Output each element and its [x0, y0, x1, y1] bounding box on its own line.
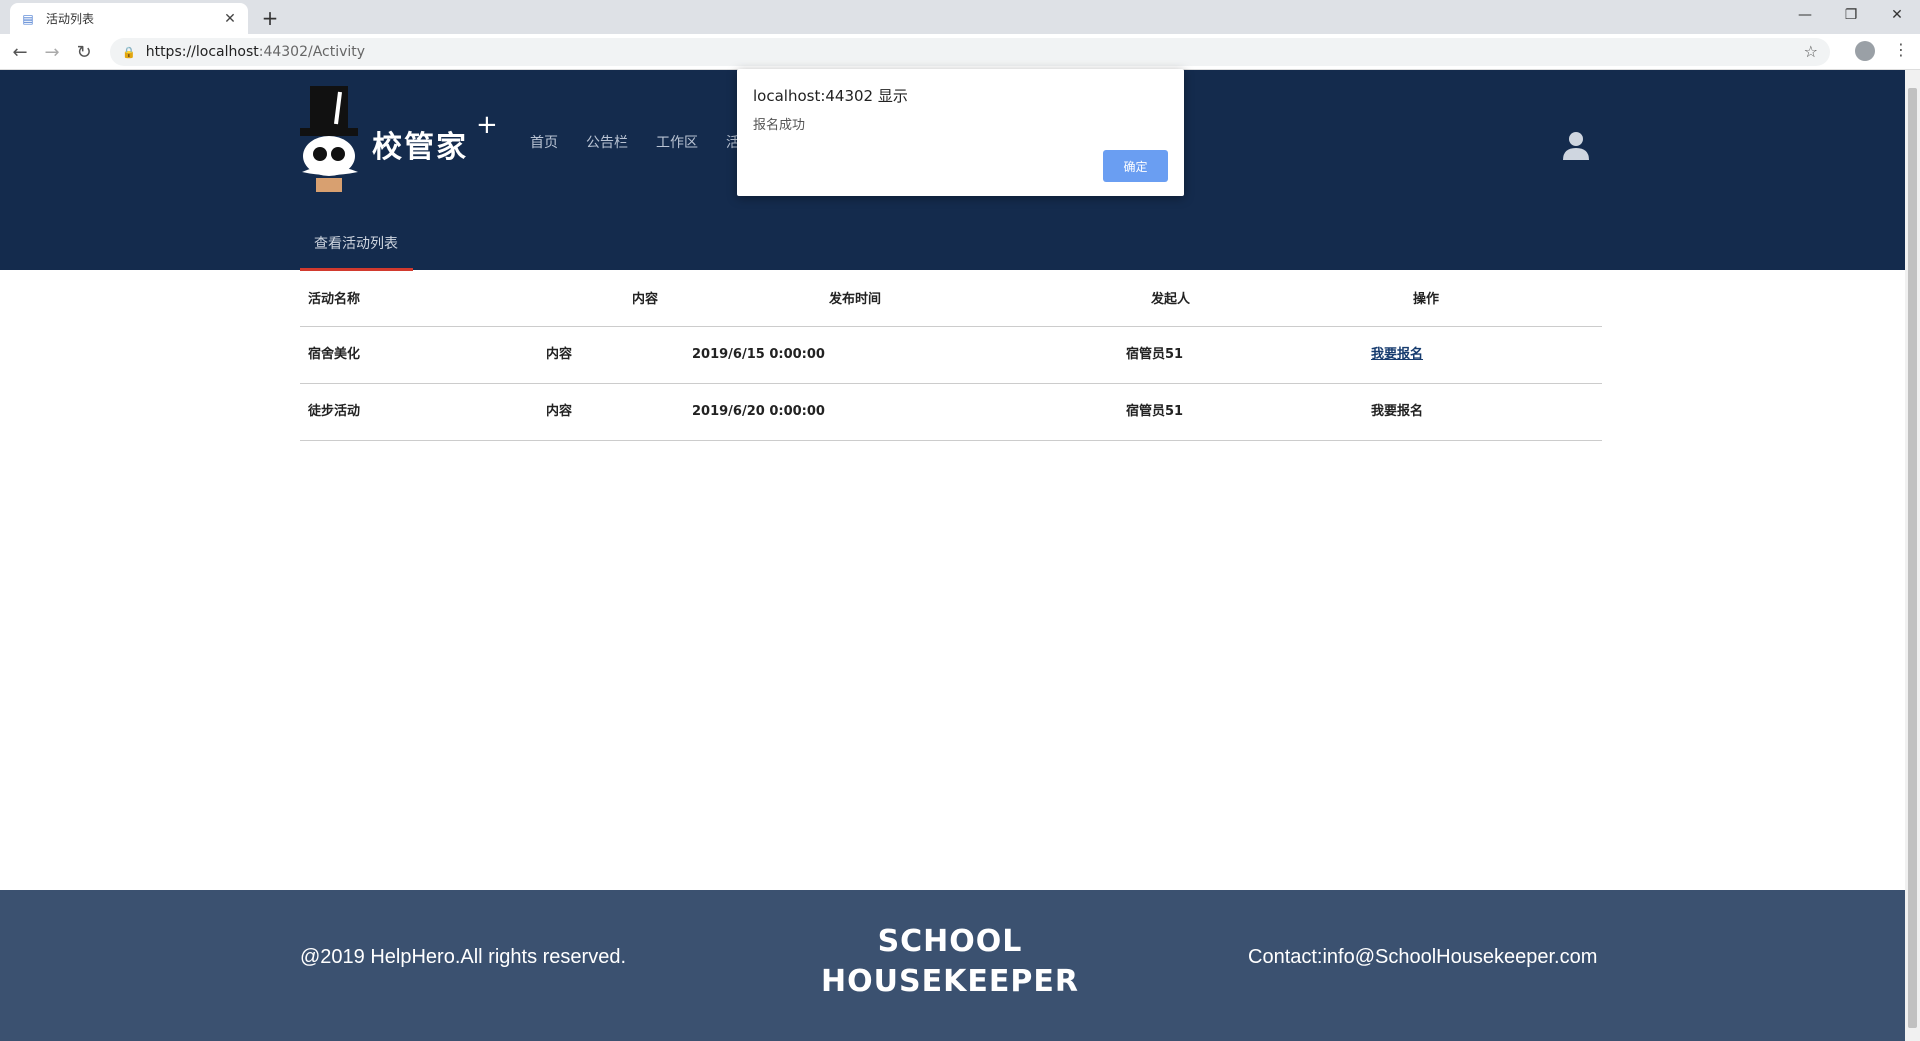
alert-dialog: localhost:44302 显示 报名成功 确定	[737, 69, 1184, 196]
signup-link[interactable]: 我要报名	[1371, 384, 1423, 440]
contact-text: Contact:info@SchoolHousekeeper.com	[1248, 946, 1598, 968]
signup-link[interactable]: 我要报名	[1371, 327, 1423, 383]
browser-toolbar: ← → ↻ 🔒 https://localhost:44302/Activity…	[0, 34, 1920, 70]
alert-message: 报名成功	[753, 118, 806, 133]
window-close-icon[interactable]: ✕	[1874, 0, 1920, 30]
header-cell: 操作	[1413, 292, 1440, 307]
tab-title: 活动列表	[46, 12, 95, 26]
scrollbar-thumb[interactable]	[1908, 88, 1917, 1028]
cell-publish-time: 2019/6/15 0:00:00	[692, 347, 825, 362]
kebab-menu-icon[interactable]: ⋮	[1893, 40, 1909, 59]
table-header: 活动名称 内容 发布时间 发起人 操作	[300, 270, 1602, 327]
activity-table: 活动名称 内容 发布时间 发起人 操作 宿舍美化 内容 2019/6/15 0:…	[300, 270, 1602, 441]
close-icon[interactable]: ✕	[222, 11, 238, 27]
cell-content: 内容	[546, 404, 573, 419]
header-cell: 内容	[632, 292, 659, 307]
page-viewport: 校管家 + 首页 公告栏 工作区 活 查看活动列表 活动名称 内容 发布时间 发…	[0, 70, 1905, 1041]
cell-sponsor: 宿管员51	[1126, 347, 1184, 362]
reload-icon[interactable]: ↻	[72, 40, 96, 64]
browser-tab[interactable]: ▤ 活动列表 ✕	[10, 3, 248, 34]
cell-activity-name: 宿舍美化	[308, 347, 361, 362]
footer-brand-line2: HOUSEKEEPER	[821, 964, 1079, 999]
mascot-logo-icon	[300, 86, 358, 192]
table-row: 宿舍美化 内容 2019/6/15 0:00:00 宿管员51 我要报名	[300, 327, 1602, 384]
cell-activity-name: 徒步活动	[308, 404, 361, 419]
back-icon[interactable]: ←	[8, 40, 32, 64]
header-cell: 发布时间	[829, 292, 882, 307]
cell-content: 内容	[546, 347, 573, 362]
cell-publish-time: 2019/6/20 0:00:00	[692, 404, 825, 419]
profile-icon[interactable]	[1855, 41, 1875, 61]
copyright-text: @2019 HelpHero.All rights reserved.	[300, 946, 627, 968]
page-icon: ▤	[22, 11, 34, 26]
footer-brand: SCHOOL HOUSEKEEPER	[820, 922, 1080, 1002]
table-row: 徒步活动 内容 2019/6/20 0:00:00 宿管员51 我要报名	[300, 384, 1602, 441]
user-icon[interactable]	[1562, 130, 1590, 160]
nav-bulletin[interactable]: 公告栏	[586, 132, 628, 152]
window-controls: — ❐ ✕	[1782, 0, 1920, 30]
cell-sponsor: 宿管员51	[1126, 404, 1184, 419]
minimize-icon[interactable]: —	[1782, 0, 1828, 30]
header-cell: 活动名称	[308, 292, 361, 307]
restore-icon[interactable]: ❐	[1828, 0, 1874, 30]
site-footer: @2019 HelpHero.All rights reserved. SCHO…	[0, 890, 1905, 1041]
bookmark-star-icon[interactable]: ☆	[1804, 42, 1818, 61]
nav-workspace[interactable]: 工作区	[656, 132, 698, 152]
logo-plus: +	[476, 110, 498, 140]
alert-title: localhost:44302 显示	[753, 87, 908, 105]
footer-brand-line1: SCHOOL	[877, 924, 1023, 959]
subnav: 查看活动列表	[300, 233, 412, 267]
subnav-view-activities[interactable]: 查看活动列表	[300, 233, 412, 267]
url-text: https://localhost:44302/Activity	[145, 44, 366, 60]
page-scrollbar[interactable]	[1905, 70, 1920, 1041]
top-nav: 首页 公告栏 工作区 活	[530, 132, 740, 152]
lock-icon: 🔒	[122, 45, 136, 59]
header-cell: 发起人	[1151, 292, 1191, 307]
nav-home[interactable]: 首页	[530, 132, 558, 152]
address-bar[interactable]: 🔒 https://localhost:44302/Activity ☆	[110, 38, 1830, 66]
forward-icon[interactable]: →	[40, 40, 64, 64]
ok-button[interactable]: 确定	[1103, 150, 1168, 182]
logo-text: 校管家	[372, 130, 468, 165]
new-tab-icon[interactable]: +	[258, 6, 282, 30]
site-logo[interactable]: 校管家 +	[296, 84, 498, 194]
browser-tabstrip: ▤ 活动列表 ✕ + — ❐ ✕	[0, 0, 1920, 34]
